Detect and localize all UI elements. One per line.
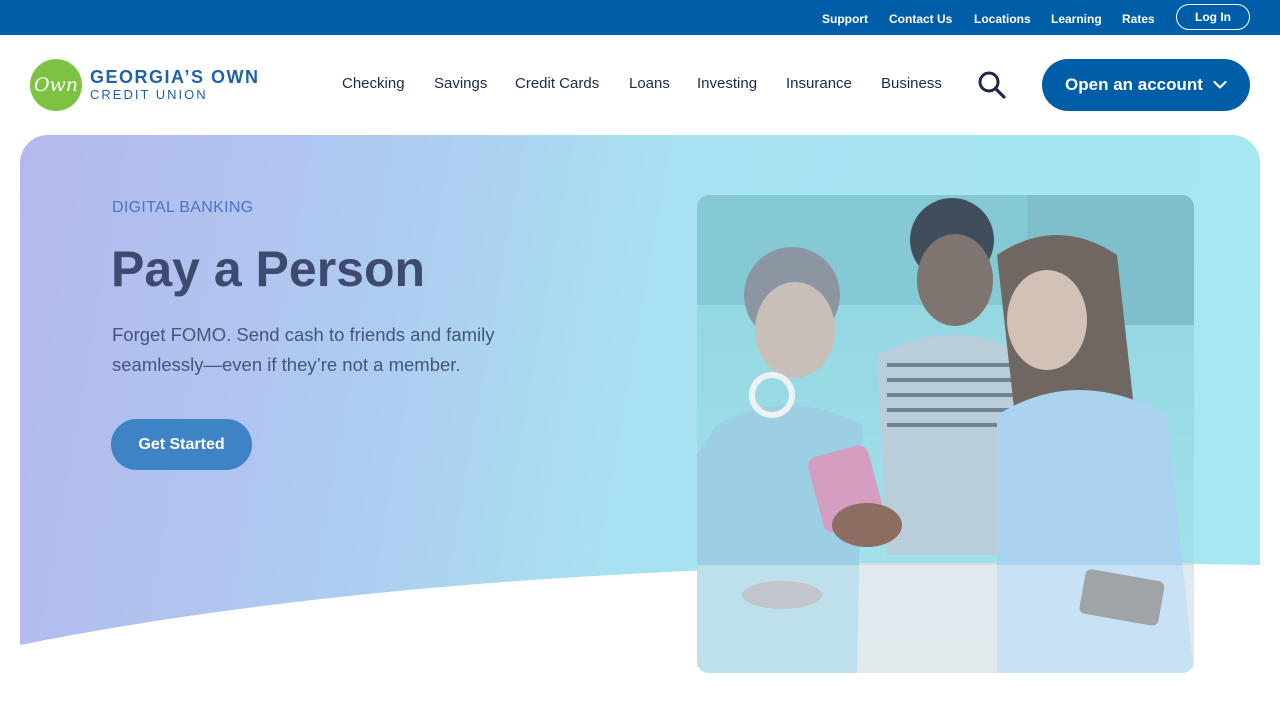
search-icon[interactable] [976,70,1008,100]
nav-item-loans[interactable]: Loans [629,75,670,93]
login-button[interactable]: Log In [1176,4,1250,30]
nav-item-insurance[interactable]: Insurance [786,75,852,93]
open-account-button[interactable]: Open an account [1042,59,1250,111]
brand-logo[interactable]: Own GEORGIA’S OWN CREDIT UNION [30,59,290,113]
nav-item-savings[interactable]: Savings [434,75,487,93]
logo-name: GEORGIA’S OWN [90,67,260,87]
utility-link-learning[interactable]: Learning [1051,12,1102,26]
hero-description: Forget FOMO. Send cash to friends and fa… [112,324,495,375]
page-title: Pay a Person [111,241,426,297]
utility-link-support[interactable]: Support [822,12,868,26]
utility-link-rates[interactable]: Rates [1122,12,1155,26]
open-account-label: Open an account [1065,75,1203,94]
hero-eyebrow: DIGITAL BANKING [112,199,254,216]
chevron-down-icon [1213,80,1227,89]
logo-mark: Own [30,59,82,111]
nav-item-business[interactable]: Business [881,75,942,93]
hero-photo-friends-with-phone [697,195,1194,673]
utility-link-locations[interactable]: Locations [974,12,1031,26]
get-started-button[interactable]: Get Started [111,419,252,470]
utility-link-contact-us[interactable]: Contact Us [889,12,952,26]
nav-item-checking[interactable]: Checking [342,75,405,93]
logo-subname: CREDIT UNION [90,87,208,102]
utility-bar: Support Contact Us Locations Learning Ra… [0,0,1280,35]
nav-item-credit-cards[interactable]: Credit Cards [515,75,599,93]
nav-item-investing[interactable]: Investing [697,75,757,93]
